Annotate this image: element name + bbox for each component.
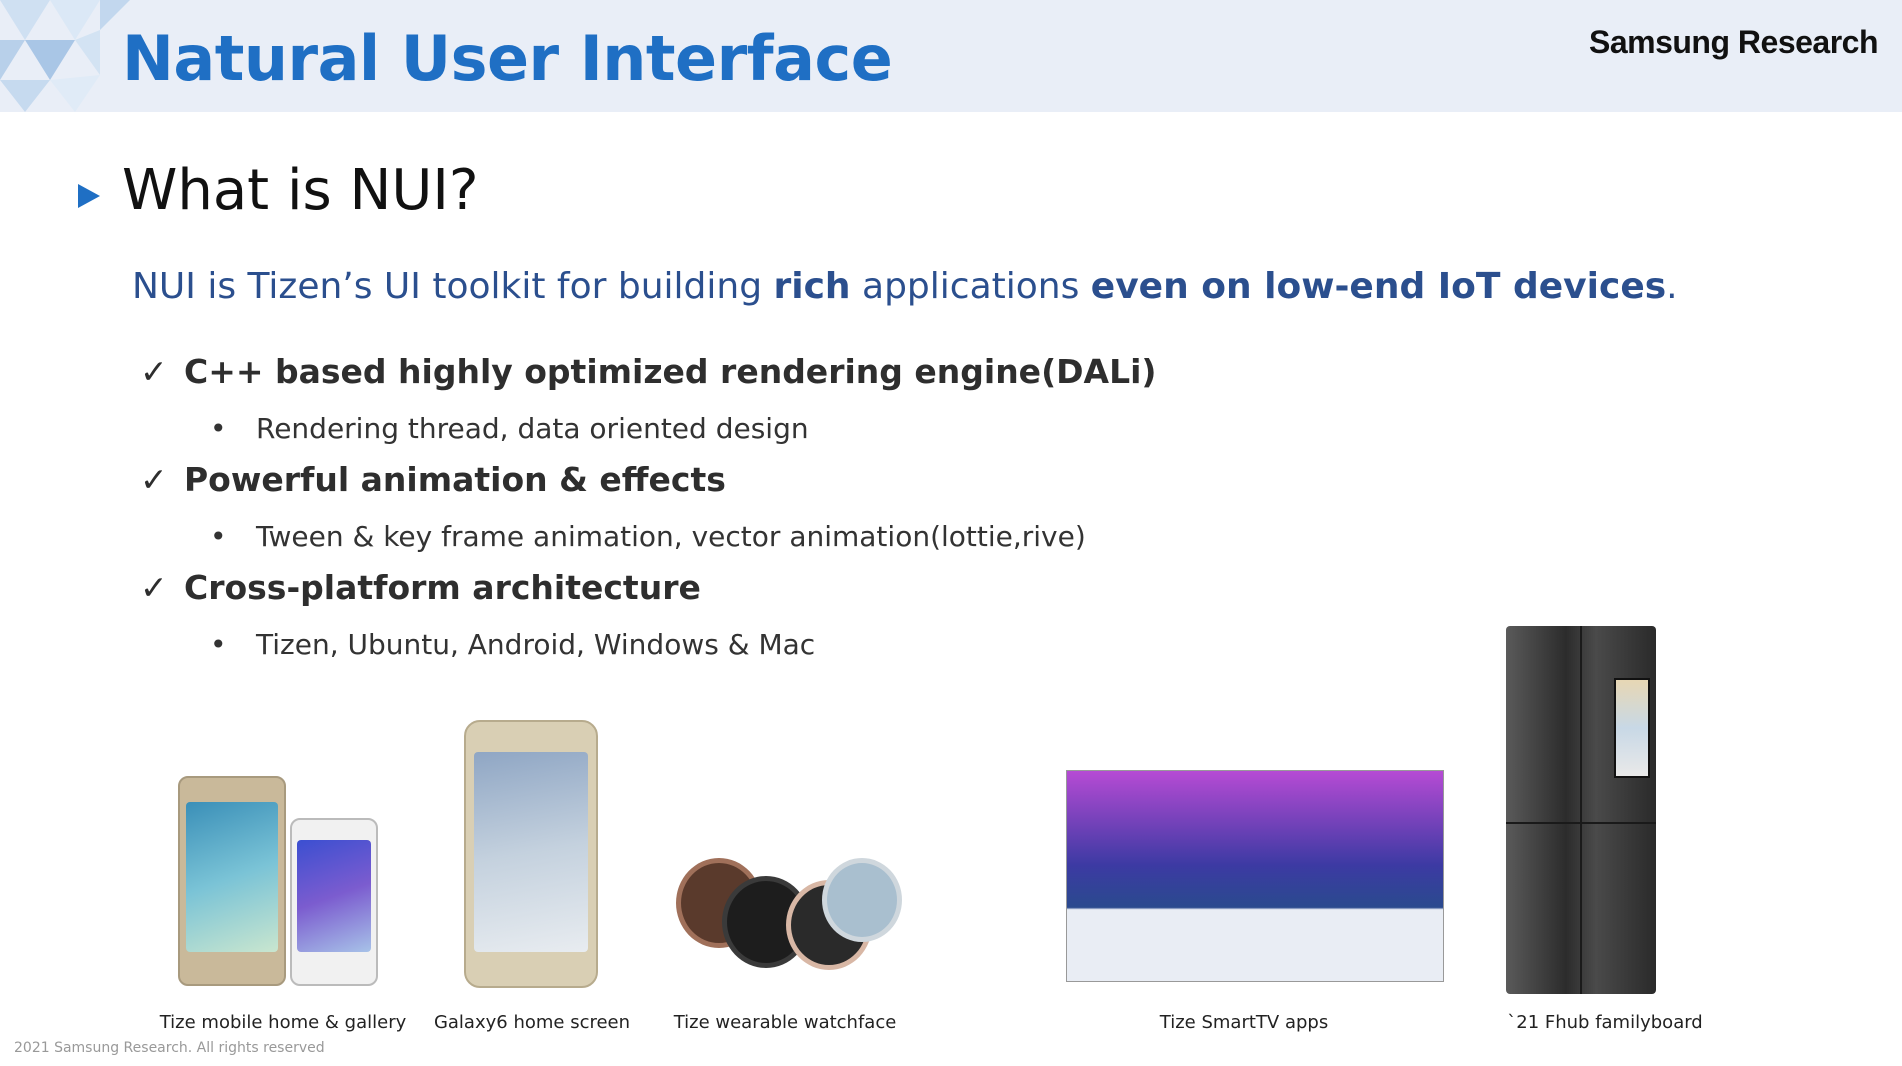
feature-detail: Tizen, Ubuntu, Android, Windows & Mac [256, 628, 816, 661]
smart-tv-apps-image [1066, 770, 1444, 982]
family-hub-fridge-image [1506, 626, 1656, 994]
checkmark-icon: ✓ [140, 352, 168, 391]
tizen-phone-small-image [290, 818, 378, 986]
slide-title: Natural User Interface [122, 22, 893, 95]
feature-title: Powerful animation & effects [184, 460, 726, 499]
bullet-icon: • [210, 412, 227, 445]
caption-mobile: Tize mobile home & gallery [159, 1012, 407, 1033]
tizen-phone-large-image [178, 776, 286, 986]
lead-part-1: NUI is Tizen’s UI toolkit for building [132, 266, 774, 307]
fridge-screen [1614, 678, 1650, 778]
phone-screen [474, 752, 588, 952]
feature-detail-crossplatform: • Tizen, Ubuntu, Android, Windows & Mac [210, 628, 815, 661]
lead-sentence: NUI is Tizen’s UI toolkit for building r… [132, 266, 1678, 307]
brand-logo-text: Samsung Research [1588, 24, 1879, 60]
copyright-footer: 2021 Samsung Research. All rights reserv… [14, 1040, 325, 1056]
lead-part-3: . [1666, 266, 1678, 307]
feature-detail-rendering: • Rendering thread, data oriented design [210, 412, 809, 445]
lead-bold-iot: even on low-end IoT devices [1090, 266, 1667, 307]
fridge-drawer-split [1506, 822, 1656, 824]
bullet-icon: • [210, 628, 227, 661]
watch-image-4 [822, 858, 902, 942]
phone-screen [297, 840, 371, 952]
bullet-icon: • [210, 520, 227, 553]
feature-detail: Rendering thread, data oriented design [256, 412, 809, 445]
galaxy6-phone-image [464, 720, 598, 988]
feature-item-rendering: ✓ C++ based highly optimized rendering en… [140, 352, 1157, 391]
fridge-door-split [1580, 626, 1582, 994]
feature-item-animation: ✓ Powerful animation & effects [140, 460, 726, 499]
checkmark-icon: ✓ [140, 568, 168, 607]
slide-header: Natural User Interface Samsung Research [0, 0, 1902, 112]
feature-title: C++ based highly optimized rendering eng… [184, 352, 1157, 391]
section-title: What is NUI? [122, 158, 479, 223]
feature-detail: Tween & key frame animation, vector anim… [256, 520, 1086, 553]
checkmark-icon: ✓ [140, 460, 168, 499]
section-arrow-icon [78, 184, 100, 208]
triangle-pattern-decoration [0, 0, 130, 112]
feature-item-crossplatform: ✓ Cross-platform architecture [140, 568, 701, 607]
caption-galaxy6: Galaxy6 home screen [433, 1012, 631, 1033]
feature-detail-animation: • Tween & key frame animation, vector ani… [210, 520, 1086, 553]
caption-fridge: `21 Fhub familyboard [1507, 1012, 1703, 1033]
feature-title: Cross-platform architecture [184, 568, 701, 607]
lead-bold-rich: rich [773, 266, 851, 307]
caption-wearable: Tize wearable watchface [673, 1012, 897, 1033]
lead-part-2: applications [850, 266, 1091, 307]
caption-smarttv: Tize SmartTV apps [1159, 1012, 1329, 1033]
phone-screen [186, 802, 278, 952]
